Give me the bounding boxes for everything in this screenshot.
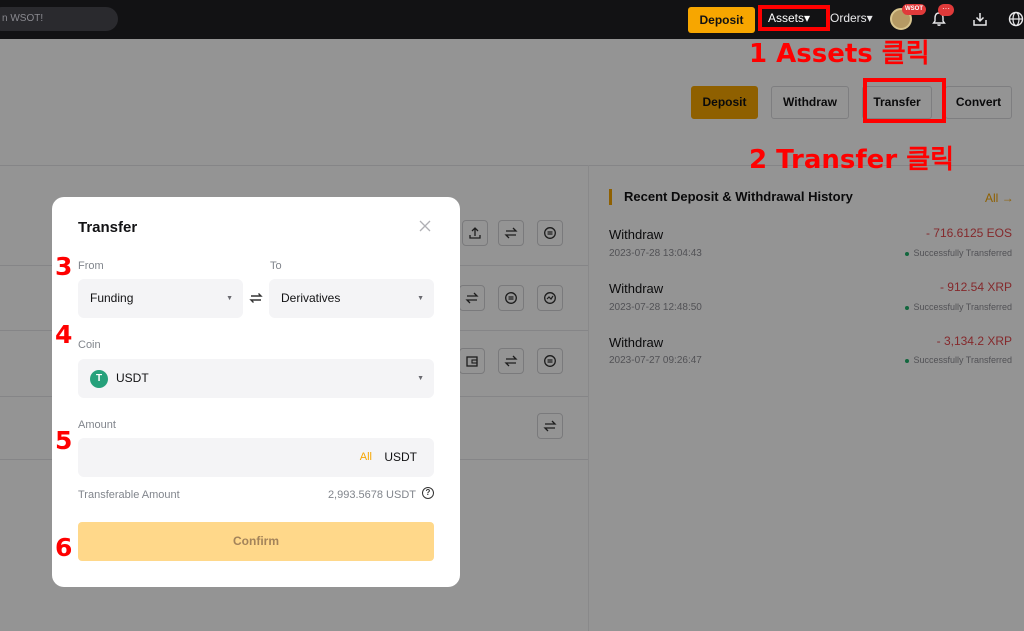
caret-down-icon: ▼	[417, 375, 424, 382]
notification-badge: ···	[938, 4, 954, 16]
amount-unit: USDT	[384, 450, 417, 464]
transferable-value: 2,993.5678 USDT	[327, 489, 416, 501]
amount-all-button[interactable]: All	[360, 451, 372, 463]
download-icon[interactable]	[972, 11, 988, 27]
search-input[interactable]: n WSOT!	[0, 7, 118, 31]
step5-annotation: 5	[55, 426, 73, 455]
avatar-badge: WSOT	[902, 4, 926, 15]
assets-highlight-box	[758, 5, 830, 31]
coin-value: USDT	[116, 371, 149, 385]
transfer-modal: Transfer From To Funding ▼ Derivatives ▼…	[52, 197, 460, 587]
coin-label: Coin	[78, 339, 101, 351]
from-label: From	[78, 260, 104, 272]
nav-orders-menu[interactable]: Orders▾	[830, 11, 873, 25]
help-icon[interactable]: ?	[422, 487, 434, 499]
to-label: To	[270, 260, 282, 272]
usdt-coin-icon: T	[90, 369, 108, 388]
step3-annotation: 3	[55, 252, 73, 281]
nav-deposit-button[interactable]: Deposit	[688, 7, 755, 33]
close-icon[interactable]	[418, 219, 432, 233]
swap-direction-icon[interactable]	[249, 291, 263, 305]
amount-label: Amount	[78, 419, 116, 431]
modal-title: Transfer	[78, 219, 138, 236]
step1-annotation: 1 Assets 클릭	[749, 39, 930, 69]
transferable-label: Transferable Amount	[78, 489, 180, 501]
amount-input[interactable]: All USDT	[78, 438, 434, 477]
from-account-value: Funding	[90, 291, 134, 305]
globe-icon[interactable]	[1008, 11, 1024, 27]
to-account-select[interactable]: Derivatives ▼	[269, 279, 434, 318]
transfer-highlight-box	[863, 78, 946, 123]
step2-annotation: 2 Transfer 클릭	[749, 145, 955, 175]
step4-annotation: 4	[55, 320, 73, 349]
from-account-select[interactable]: Funding ▼	[78, 279, 243, 318]
coin-select[interactable]: T USDT ▼	[78, 359, 434, 398]
caret-down-icon: ▼	[226, 295, 233, 302]
confirm-button[interactable]: Confirm	[78, 522, 434, 561]
to-account-value: Derivatives	[281, 291, 341, 305]
caret-down-icon: ▼	[417, 295, 424, 302]
step6-annotation: 6	[55, 533, 73, 562]
